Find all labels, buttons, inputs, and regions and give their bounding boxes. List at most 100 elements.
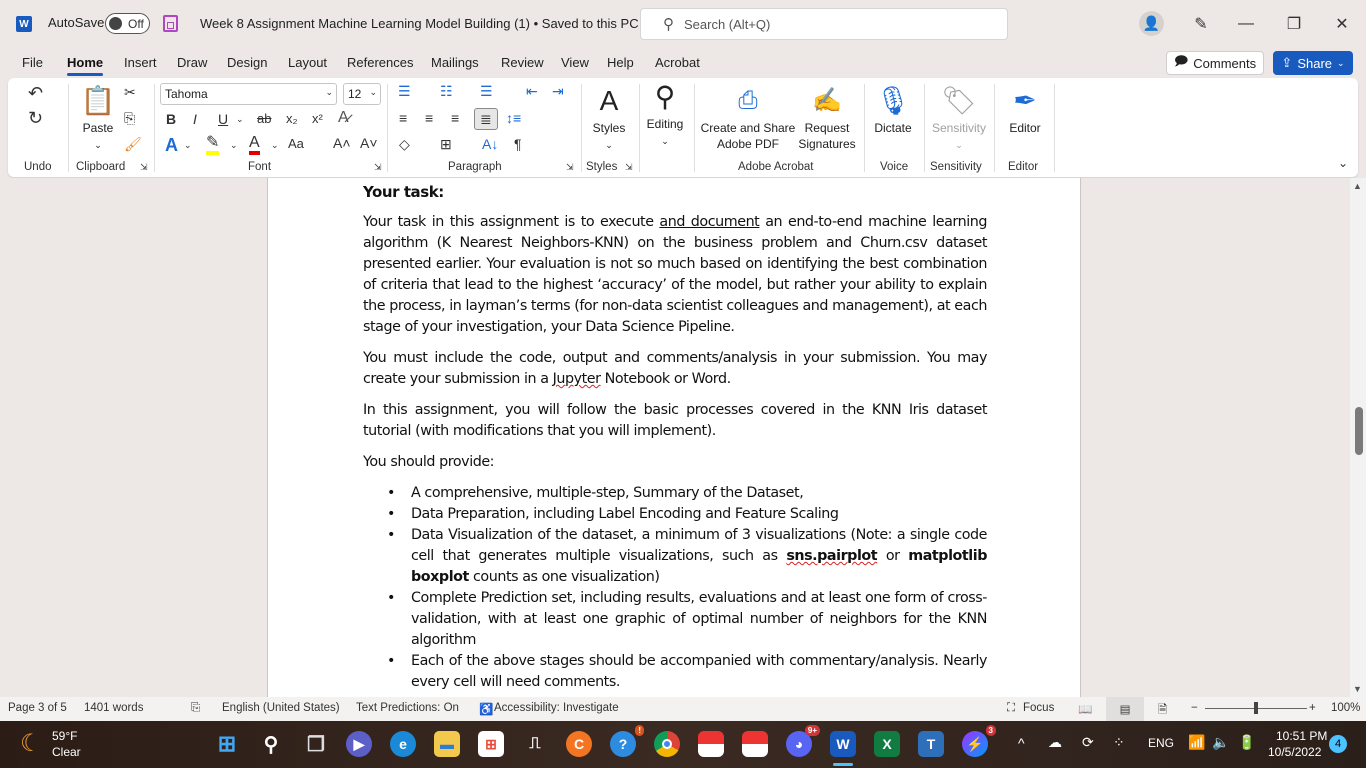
tab-view[interactable]: View — [561, 55, 589, 70]
italic-button[interactable]: I — [193, 111, 197, 127]
share-button[interactable]: ⇪ Share ⌄ — [1273, 51, 1353, 75]
dialog-launcher-icon[interactable]: ⇲ — [374, 162, 382, 173]
start-icon[interactable]: ⊞ — [214, 731, 240, 757]
tab-file[interactable]: File — [22, 55, 43, 70]
search-icon[interactable]: ⚲ — [258, 731, 284, 757]
volume-icon[interactable]: 🔈 — [1212, 734, 1229, 751]
align-left-icon[interactable]: ≡ — [399, 110, 407, 126]
minimize-button[interactable]: — — [1232, 10, 1260, 38]
designer-pen-icon[interactable]: ✎ — [1187, 10, 1215, 38]
request-signatures-button[interactable]: ✍ Request Signatures — [798, 82, 856, 152]
text-predictions-status[interactable]: Text Predictions: On — [356, 702, 459, 714]
task-view-icon[interactable]: ❐ — [303, 731, 329, 757]
proofing-icon[interactable]: ⎘ — [191, 702, 200, 715]
show-formatting-icon[interactable]: ¶ — [514, 136, 522, 152]
weather-temp[interactable]: 59°F — [52, 729, 77, 743]
help-icon[interactable]: ?! — [610, 725, 644, 757]
copy-icon[interactable]: ⎘ — [124, 110, 135, 127]
weather-desc[interactable]: Clear — [52, 745, 81, 759]
page-count[interactable]: Page 3 of 5 — [8, 702, 67, 714]
word-count[interactable]: 1401 words — [84, 702, 143, 714]
search-input[interactable]: ⚲ Search (Alt+Q) — [640, 8, 1008, 40]
spelling-error-word[interactable]: sns.pairplot — [786, 548, 877, 564]
line-spacing-icon[interactable]: ↕≡ — [506, 110, 521, 126]
excel-icon[interactable]: X — [874, 731, 900, 757]
tab-design[interactable]: Design — [227, 55, 267, 70]
accessibility-status[interactable]: Accessibility: Investigate — [494, 702, 619, 714]
format-painter-icon[interactable]: 🖌 — [124, 136, 142, 153]
messenger-icon[interactable]: ⚡ 3 — [962, 725, 996, 757]
wifi-icon[interactable]: 📶 — [1188, 734, 1205, 751]
scroll-up-icon[interactable]: ▲ — [1353, 181, 1362, 191]
zoom-slider[interactable] — [1205, 702, 1307, 714]
chevron-down-icon[interactable]: ⌄ — [230, 140, 238, 151]
text-effects-icon[interactable]: A — [165, 135, 178, 156]
switch-icon[interactable]: ⎍ — [522, 731, 548, 757]
print-layout-icon[interactable]: ▤ — [1106, 697, 1144, 721]
crunchyroll-icon[interactable]: C — [566, 731, 592, 757]
account-avatar-icon[interactable]: 👤 — [1139, 11, 1164, 36]
scroll-down-icon[interactable]: ▼ — [1353, 684, 1362, 694]
document-content[interactable]: Your task: Your task in this assignment … — [363, 182, 987, 693]
chevron-down-icon[interactable]: ⌄ — [184, 140, 192, 151]
microsoft-store-icon[interactable]: ⊞ — [478, 731, 504, 757]
notification-badge[interactable]: 4 — [1329, 735, 1347, 753]
tab-layout[interactable]: Layout — [288, 55, 327, 70]
paste-button[interactable]: 📋 Paste ⌄ — [78, 82, 118, 153]
subscript-button[interactable]: x₂ — [286, 111, 298, 126]
zoom-in-button[interactable]: + — [1309, 702, 1316, 714]
align-center-icon[interactable]: ≡ — [425, 110, 433, 126]
dialog-launcher-icon[interactable]: ⇲ — [625, 162, 633, 173]
close-button[interactable]: ✕ — [1328, 10, 1356, 38]
increase-indent-icon[interactable]: ⇥ — [552, 83, 564, 100]
clock-date[interactable]: 10/5/2022 — [1268, 745, 1321, 759]
zoom-out-button[interactable]: − — [1191, 702, 1198, 714]
save-icon[interactable] — [163, 15, 178, 32]
dictate-button[interactable]: 🎙 Dictate — [870, 82, 916, 136]
shading-icon[interactable]: ◇ — [399, 136, 410, 153]
sort-icon[interactable]: A↓ — [482, 136, 498, 152]
document-title[interactable]: Week 8 Assignment Machine Learning Model… — [200, 16, 653, 32]
font-color-icon[interactable]: A — [249, 135, 260, 155]
undo-icon[interactable]: ↶ — [28, 83, 43, 104]
pokemon-app-icon-2[interactable] — [742, 731, 768, 757]
discord-icon[interactable]: ◕ 9+ — [786, 725, 820, 757]
chevron-down-icon[interactable]: ⌄ — [236, 114, 244, 125]
chrome-icon[interactable] — [654, 731, 680, 757]
focus-button[interactable]: Focus — [1023, 702, 1054, 714]
tab-review[interactable]: Review — [501, 55, 544, 70]
chevron-down-icon[interactable]: ⌄ — [271, 140, 279, 151]
show-hidden-icons-icon[interactable]: ^ — [1018, 735, 1025, 751]
change-case-button[interactable]: Aa — [288, 136, 304, 151]
spelling-error-word[interactable]: Jupyter — [553, 371, 601, 387]
editor-button[interactable]: ✒ Editor — [1002, 82, 1048, 136]
underline-button[interactable]: U — [218, 111, 228, 127]
styles-button[interactable]: A Styles ⌄ — [588, 82, 630, 153]
dialog-launcher-icon[interactable]: ⇲ — [140, 162, 148, 173]
tab-references[interactable]: References — [347, 55, 413, 70]
dialog-launcher-icon[interactable]: ⇲ — [566, 162, 574, 173]
font-name-select[interactable]: Tahoma ⌄ — [160, 83, 337, 105]
tab-acrobat[interactable]: Acrobat — [655, 55, 700, 70]
bullets-icon[interactable]: ☰ — [398, 83, 411, 100]
weather-moon-icon[interactable]: ☾ — [20, 729, 42, 758]
sensitivity-button[interactable]: 🏷 Sensitivity ⌄ — [928, 82, 990, 153]
onedrive-icon[interactable]: ☁ — [1048, 734, 1062, 751]
collapse-ribbon-icon[interactable]: ⌄ — [1338, 156, 1348, 170]
borders-icon[interactable]: ⊞ — [440, 136, 452, 153]
numbering-icon[interactable]: ☷ — [440, 83, 453, 100]
create-share-pdf-button[interactable]: ⎙ Create and Share Adobe PDF — [700, 82, 796, 152]
pokemon-app-icon[interactable] — [698, 731, 724, 757]
web-layout-icon[interactable]: 🗎 — [1158, 702, 1167, 721]
autosave-toggle[interactable]: Off — [105, 13, 150, 34]
file-explorer-icon[interactable]: ▬ — [434, 731, 460, 757]
font-size-select[interactable]: 12 ⌄ — [343, 83, 381, 105]
teams-chat-icon[interactable]: ▶ — [346, 731, 372, 757]
clear-formatting-icon[interactable]: A̷ — [338, 109, 349, 127]
cut-icon[interactable]: ✂ — [124, 84, 136, 101]
highlight-color-icon[interactable]: ✎ — [206, 135, 220, 155]
sync-icon[interactable]: ⟳ — [1082, 734, 1094, 751]
zoom-level[interactable]: 100% — [1331, 702, 1360, 714]
justify-button[interactable]: ≣ — [474, 108, 498, 130]
align-right-icon[interactable]: ≡ — [451, 110, 459, 126]
